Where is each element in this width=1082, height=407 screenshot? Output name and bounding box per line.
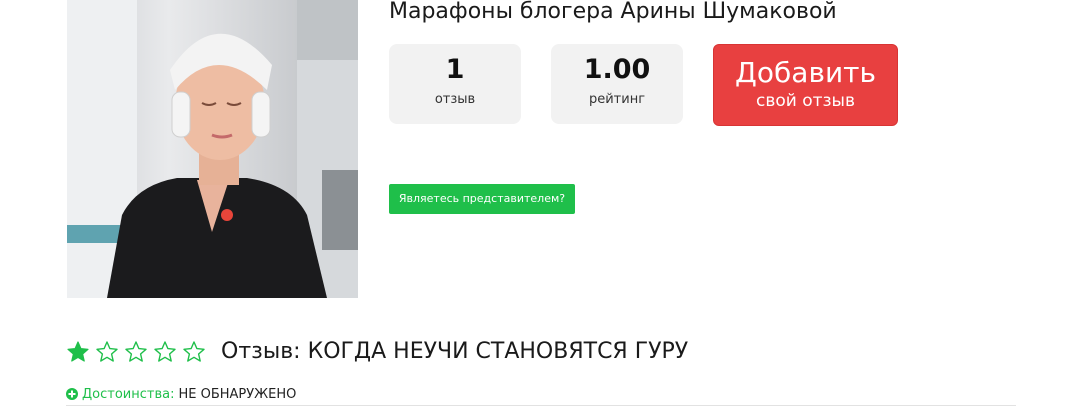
reviews-count-value: 1 [445,54,465,85]
reviews-count-label: отзыв [434,92,476,107]
add-review-button-line2: свой отзыв [755,91,855,111]
rating-card: 1.00 рейтинг [551,44,683,124]
star-empty-icon [125,341,147,362]
star-filled-icon [67,341,89,362]
review-title: Отзыв: КОГДА НЕУЧИ СТАНОВЯТСЯ ГУРУ [221,339,689,364]
reviews-count-card: 1 отзыв [389,44,521,124]
rating-value: 1.00 [583,54,651,85]
star-empty-icon [183,341,205,362]
person-photo-image [67,0,358,298]
star-empty-icon [96,341,118,362]
add-review-button-line1: Добавить [735,56,876,89]
representative-button[interactable]: Являетесь представителем? [389,184,575,214]
add-review-button[interactable]: Добавить свой отзыв [713,44,898,126]
pros-value: НЕ ОБНАРУЖЕНО [178,386,297,402]
page-title: Марафоны блогера Арины Шумаковой [389,0,837,24]
review-rating-stars [66,340,211,364]
review-page: Марафоны блогера Арины Шумаковой 1 отзыв… [0,0,1082,407]
divider [66,405,1016,406]
review-header: Отзыв: КОГДА НЕУЧИ СТАНОВЯТСЯ ГУРУ [66,337,688,367]
rating-label: рейтинг [588,92,646,107]
pros-label: Достоинства: [82,386,175,402]
review-pros: Достоинства: НЕ ОБНАРУЖЕНО [66,385,296,403]
plus-circle-icon [66,388,78,400]
listing-photo [67,0,358,298]
star-empty-icon [154,341,176,362]
